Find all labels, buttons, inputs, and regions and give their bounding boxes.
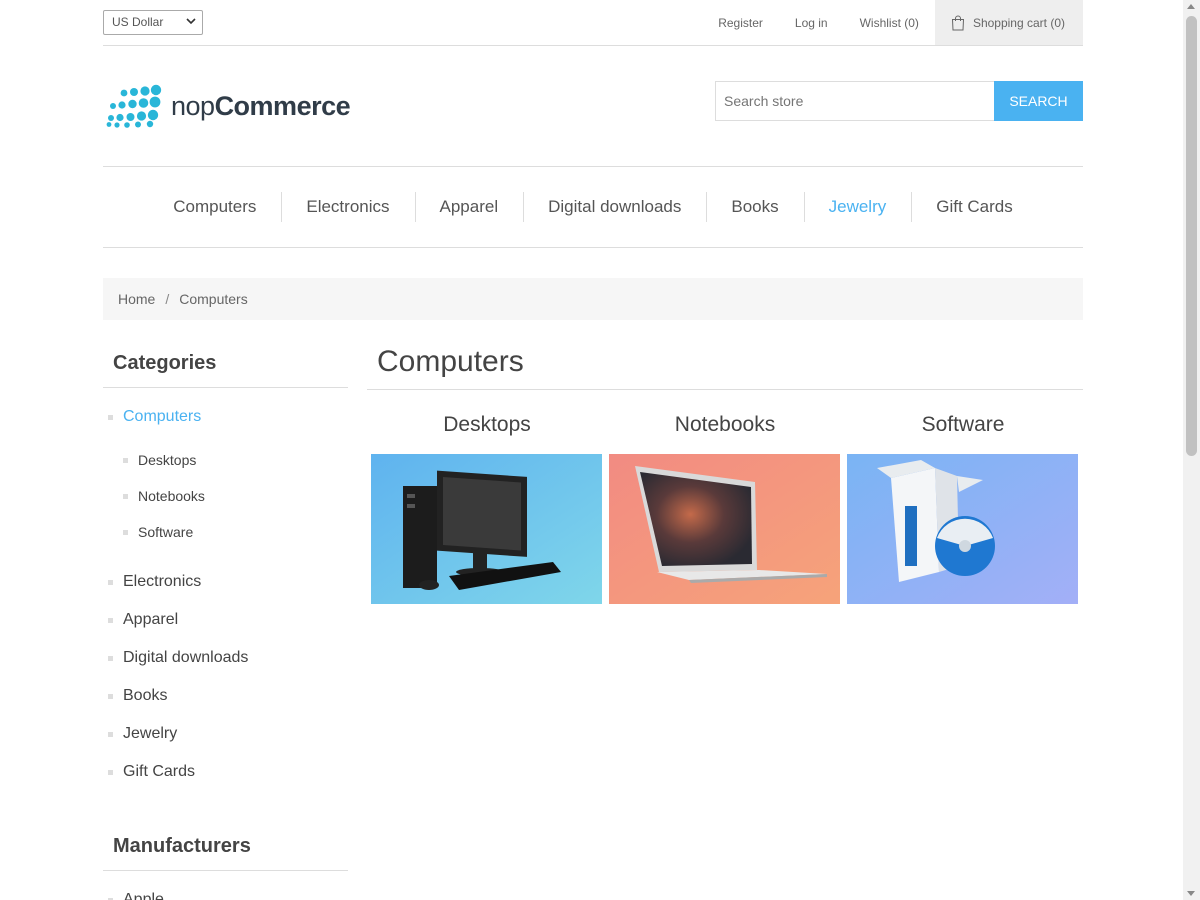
store-logo[interactable]: nopCommerce bbox=[105, 84, 351, 128]
subcategory-item-notebooks[interactable]: Notebooks bbox=[103, 486, 348, 522]
subcategory-grid: Desktops Notebooks Software bbox=[367, 412, 1083, 604]
desktop-computer-icon bbox=[371, 454, 602, 604]
top-menu: Computers Electronics Apparel Digital do… bbox=[103, 167, 1083, 248]
software-image[interactable] bbox=[847, 454, 1078, 604]
menu-item-jewelry[interactable]: Jewelry bbox=[803, 192, 912, 222]
manufacturers-block: Manufacturers Apple bbox=[103, 823, 348, 900]
category-item-jewelry[interactable]: Jewelry bbox=[103, 720, 348, 758]
shopping-cart-label: Shopping cart (0) bbox=[972, 15, 1065, 30]
logo-wordmark: nopCommerce bbox=[171, 90, 351, 122]
category-item-apparel[interactable]: Apparel bbox=[103, 606, 348, 644]
scroll-down-arrow-icon[interactable] bbox=[1187, 891, 1195, 896]
subcategory-item-desktops[interactable]: Desktops bbox=[103, 450, 348, 486]
subcategory-card-notebooks[interactable]: Notebooks bbox=[609, 412, 841, 604]
search-button[interactable]: SEARCH bbox=[994, 81, 1083, 121]
register-link[interactable]: Register bbox=[702, 16, 779, 30]
menu-item-computers[interactable]: Computers bbox=[148, 192, 281, 222]
laptop-icon bbox=[609, 454, 840, 604]
subcategory-group: Desktops Notebooks Software bbox=[103, 441, 348, 568]
category-item-digital-downloads[interactable]: Digital downloads bbox=[103, 644, 348, 682]
page-container: US Dollar Register Log in Wishlist (0) S… bbox=[103, 0, 1083, 900]
breadcrumb-current: Computers bbox=[179, 291, 248, 307]
vertical-scrollbar[interactable] bbox=[1183, 0, 1200, 900]
subcategory-list: Desktops Notebooks Software bbox=[103, 441, 348, 568]
breadcrumb-separator: / bbox=[165, 291, 170, 307]
category-list: Computers Desktops Notebooks Software El… bbox=[103, 388, 348, 796]
category-item-electronics[interactable]: Electronics bbox=[103, 568, 348, 606]
breadcrumb: Home / Computers bbox=[103, 278, 1083, 320]
manufacturer-list: Apple bbox=[103, 871, 348, 900]
currency-selector[interactable]: US Dollar bbox=[103, 10, 203, 35]
category-item-books[interactable]: Books bbox=[103, 682, 348, 720]
chevron-down-icon bbox=[186, 18, 196, 25]
desktops-image[interactable] bbox=[371, 454, 602, 604]
shopping-cart-link[interactable]: Shopping cart (0) bbox=[934, 0, 1083, 45]
sidebar: Categories Computers Desktops Notebooks … bbox=[103, 340, 348, 900]
breadcrumb-home[interactable]: Home bbox=[118, 291, 155, 307]
menu-item-apparel[interactable]: Apparel bbox=[414, 192, 524, 222]
category-item-computers[interactable]: Computers bbox=[103, 403, 348, 441]
logo-dots-icon bbox=[106, 84, 162, 128]
search-box: SEARCH bbox=[715, 81, 1083, 121]
main-content: Computers Desktops Notebooks Software bbox=[367, 340, 1083, 604]
subcategory-card-software[interactable]: Software bbox=[847, 412, 1079, 604]
scrollbar-thumb[interactable] bbox=[1186, 16, 1197, 456]
manufacturers-title: Manufacturers bbox=[103, 823, 348, 871]
search-input[interactable] bbox=[715, 81, 994, 121]
menu-item-books[interactable]: Books bbox=[706, 192, 803, 222]
header-links-bar: US Dollar Register Log in Wishlist (0) S… bbox=[103, 0, 1083, 46]
menu-item-digital-downloads[interactable]: Digital downloads bbox=[523, 192, 706, 222]
category-item-gift-cards[interactable]: Gift Cards bbox=[103, 758, 348, 796]
subcategory-item-software[interactable]: Software bbox=[103, 522, 348, 558]
scroll-up-arrow-icon[interactable] bbox=[1187, 4, 1195, 9]
notebooks-image[interactable] bbox=[609, 454, 840, 604]
menu-item-electronics[interactable]: Electronics bbox=[281, 192, 414, 222]
menu-item-gift-cards[interactable]: Gift Cards bbox=[911, 192, 1038, 222]
login-link[interactable]: Log in bbox=[779, 16, 844, 30]
wishlist-link[interactable]: Wishlist (0) bbox=[844, 16, 935, 30]
subcategory-card-desktops[interactable]: Desktops bbox=[371, 412, 603, 604]
manufacturer-item-apple[interactable]: Apple bbox=[103, 886, 348, 900]
categories-title: Categories bbox=[103, 340, 348, 388]
logo-wordmark-bold: Commerce bbox=[214, 90, 351, 121]
currency-value: US Dollar bbox=[112, 15, 164, 29]
subcategory-title[interactable]: Software bbox=[847, 412, 1079, 454]
software-box-icon bbox=[847, 454, 1078, 604]
header-main: nopCommerce SEARCH bbox=[103, 46, 1083, 167]
subcategory-title[interactable]: Desktops bbox=[371, 412, 603, 454]
subcategory-title[interactable]: Notebooks bbox=[609, 412, 841, 454]
shopping-bag-icon bbox=[951, 15, 964, 30]
page-title: Computers bbox=[367, 340, 1083, 390]
header-links: Register Log in Wishlist (0) Shopping ca… bbox=[702, 0, 1083, 45]
logo-wordmark-light: nop bbox=[171, 90, 215, 121]
